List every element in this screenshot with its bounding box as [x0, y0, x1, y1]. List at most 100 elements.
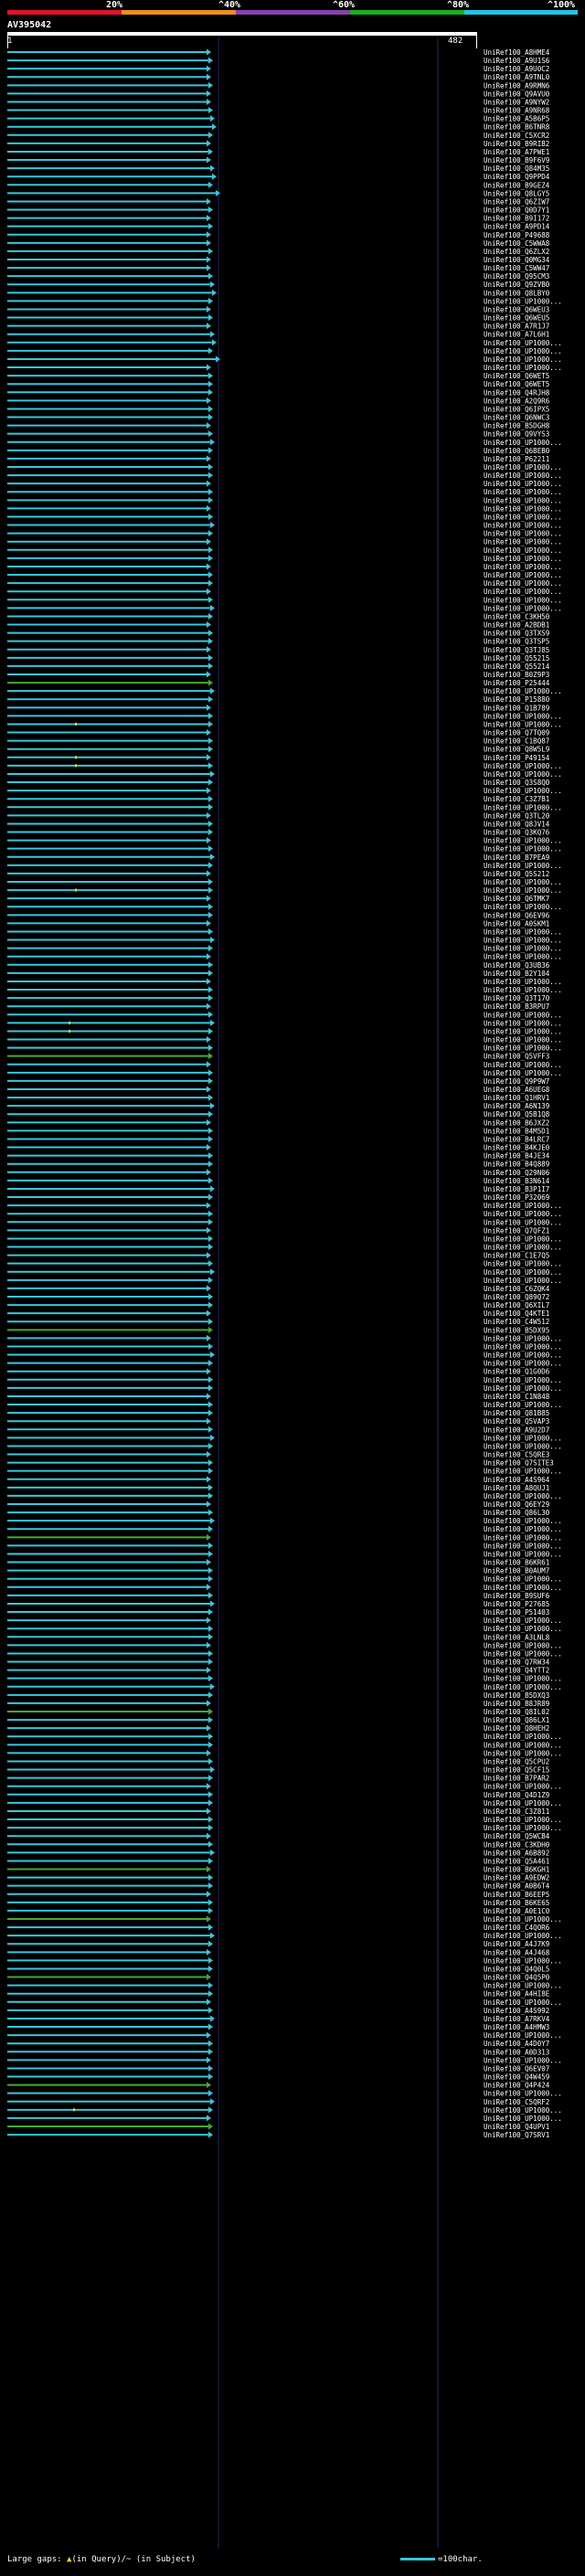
- hit-label[interactable]: UniRef100_C3KDH0: [484, 1840, 550, 1849]
- hit-label[interactable]: UniRef100_UP1000...: [484, 571, 562, 579]
- hit-label[interactable]: UniRef100_UP1000...: [484, 978, 562, 986]
- hit-label[interactable]: UniRef100_Q3TSP5: [484, 638, 549, 646]
- hit-label[interactable]: UniRef100_B5DXQ3: [484, 1691, 549, 1700]
- hit-label[interactable]: UniRef100_UP1000...: [484, 1683, 562, 1691]
- hit-label[interactable]: UniRef100_Q6BEB0: [484, 447, 550, 455]
- hit-label[interactable]: UniRef100_A9EDW2: [484, 1874, 549, 1882]
- hit-label[interactable]: UniRef100_UP1000...: [484, 480, 562, 488]
- hit-label[interactable]: UniRef100_B3P1I7: [484, 1185, 549, 1193]
- hit-label[interactable]: UniRef100_Q7SITE3: [484, 1459, 554, 1468]
- hit-label[interactable]: UniRef100_UP1000...: [484, 1649, 562, 1658]
- hit-label[interactable]: UniRef100_UP1000...: [484, 1352, 562, 1360]
- hit-label[interactable]: UniRef100_A9NR68: [484, 107, 550, 115]
- hit-label[interactable]: UniRef100_P25444: [484, 679, 550, 687]
- hit-label[interactable]: UniRef100_A9U1S6: [484, 57, 550, 65]
- hit-label[interactable]: UniRef100_Q86LX1: [484, 1716, 549, 1724]
- hit-label[interactable]: UniRef100_A2Q9R6: [484, 397, 550, 405]
- hit-label[interactable]: UniRef100_Q6WET5: [484, 372, 549, 380]
- hit-label[interactable]: UniRef100_B2Y104: [484, 970, 550, 978]
- hit-label[interactable]: UniRef100_C5QRF2: [484, 2098, 549, 2106]
- hit-label[interactable]: UniRef100_A0E1C0: [484, 1907, 550, 1915]
- hit-label[interactable]: UniRef100_C5WW47: [484, 264, 549, 272]
- hit-label[interactable]: UniRef100_Q9P9W7: [484, 1077, 549, 1086]
- hit-label[interactable]: UniRef100_A9U2D7: [484, 1426, 549, 1434]
- hit-label[interactable]: UniRef100_P15880: [484, 695, 550, 704]
- hit-label[interactable]: UniRef100_B4KJE0: [484, 1144, 550, 1152]
- hit-label[interactable]: UniRef100_UP1000...: [484, 953, 562, 961]
- hit-label[interactable]: UniRef100_Q8LGY5: [484, 189, 549, 197]
- hit-label[interactable]: UniRef100_C1N848: [484, 1393, 550, 1401]
- hit-label[interactable]: UniRef100_Q8W5L9: [484, 746, 549, 754]
- hit-label[interactable]: UniRef100_UP1000...: [484, 1468, 562, 1476]
- hit-label[interactable]: UniRef100_UP1000...: [484, 1749, 562, 1757]
- hit-label[interactable]: UniRef100_C5QRE3: [484, 1451, 549, 1459]
- hit-label[interactable]: UniRef100_A7PWE1: [484, 148, 549, 156]
- hit-label[interactable]: UniRef100_UP1000...: [484, 2115, 562, 2123]
- hit-label[interactable]: UniRef100_UP1000...: [484, 1799, 562, 1807]
- hit-label[interactable]: UniRef100_Q5VAP3: [484, 1417, 549, 1426]
- hit-label[interactable]: UniRef100_C5XCR2: [484, 132, 549, 140]
- hit-label[interactable]: UniRef100_P32069: [484, 1193, 549, 1202]
- hit-label[interactable]: UniRef100_UP1000...: [484, 297, 562, 305]
- hit-label[interactable]: UniRef100_Q5CPU2: [484, 1757, 549, 1765]
- hit-label[interactable]: UniRef100_UP1000...: [484, 1061, 562, 1069]
- hit-label[interactable]: UniRef100_Q3S8Q0: [484, 779, 550, 787]
- hit-label[interactable]: UniRef100_UP1000...: [484, 1492, 562, 1500]
- hit-label[interactable]: UniRef100_B3N614: [484, 1177, 550, 1185]
- hit-label[interactable]: UniRef100_Q55214: [484, 663, 550, 671]
- hit-label[interactable]: UniRef100_UP1000...: [484, 555, 562, 563]
- hit-label[interactable]: UniRef100_Q5CF15: [484, 1766, 549, 1775]
- hit-label[interactable]: UniRef100_UP1000...: [484, 1360, 562, 1368]
- hit-label[interactable]: UniRef100_A9RMN6: [484, 81, 550, 90]
- hit-label[interactable]: UniRef100_A4D0Y7: [484, 2040, 549, 2048]
- hit-label[interactable]: UniRef100_A9TNL0: [484, 73, 550, 81]
- hit-label[interactable]: UniRef100_Q1G0D6: [484, 1368, 550, 1376]
- hit-label[interactable]: UniRef100_UP1000...: [484, 1741, 562, 1749]
- hit-label[interactable]: UniRef100_UP1000...: [484, 1434, 562, 1442]
- hit-label[interactable]: UniRef100_C1BQ87: [484, 737, 549, 746]
- hit-label[interactable]: UniRef100_B3RPU7: [484, 1002, 549, 1011]
- hit-label[interactable]: UniRef100_A6UEG8: [484, 1086, 550, 1094]
- hit-label[interactable]: UniRef100_Q6EV96: [484, 911, 550, 919]
- hit-label[interactable]: UniRef100_UP1000...: [484, 1675, 562, 1683]
- hit-label[interactable]: UniRef100_UP1000...: [484, 837, 562, 845]
- hit-label[interactable]: UniRef100_UP1000...: [484, 513, 562, 521]
- hit-label[interactable]: UniRef100_B4M5D1: [484, 1127, 549, 1135]
- hit-label[interactable]: UniRef100_UP1000...: [484, 604, 562, 612]
- hit-label[interactable]: UniRef100_Q86L30: [484, 1509, 550, 1517]
- hit-label[interactable]: UniRef100_UP1000...: [484, 1342, 562, 1351]
- hit-label[interactable]: UniRef100_A7L6H1: [484, 331, 549, 339]
- hit-label[interactable]: UniRef100_P51403: [484, 1608, 549, 1617]
- hit-label[interactable]: UniRef100_UP1000...: [484, 1575, 562, 1584]
- hit-label[interactable]: UniRef100_UP1000...: [484, 347, 562, 355]
- hit-label[interactable]: UniRef100_A4HI8E: [484, 1990, 550, 1998]
- hit-label[interactable]: UniRef100_Q0MG34: [484, 256, 550, 264]
- hit-label[interactable]: UniRef100_Q89Q72: [484, 1293, 549, 1301]
- hit-label[interactable]: UniRef100_C3KH50: [484, 612, 550, 620]
- hit-label[interactable]: UniRef100_UP1000...: [484, 803, 562, 811]
- hit-label[interactable]: UniRef100_C3Z811: [484, 1807, 549, 1816]
- hit-label[interactable]: UniRef100_UP1000...: [484, 1982, 562, 1990]
- hit-label[interactable]: UniRef100_B4LRC7: [484, 1135, 549, 1143]
- hit-label[interactable]: UniRef100_P49154: [484, 754, 550, 762]
- hit-label[interactable]: UniRef100_Q8LBY0: [484, 289, 550, 297]
- hit-label[interactable]: UniRef100_Q7QFZ1: [484, 1226, 549, 1235]
- hit-label[interactable]: UniRef100_UP1000...: [484, 1235, 562, 1243]
- hit-label[interactable]: UniRef100_Q5S212: [484, 870, 549, 878]
- hit-label[interactable]: UniRef100_P62211: [484, 455, 549, 463]
- hit-label[interactable]: UniRef100_UP1000...: [484, 355, 562, 364]
- hit-label[interactable]: UniRef100_A5B6P5: [484, 115, 549, 123]
- hit-label[interactable]: UniRef100_A4HMW3: [484, 2023, 549, 2031]
- hit-label[interactable]: UniRef100_UP1000...: [484, 339, 562, 347]
- hit-label[interactable]: UniRef100_Q84M35: [484, 164, 549, 173]
- hit-label[interactable]: UniRef100_Q1B789: [484, 704, 549, 712]
- hit-label[interactable]: UniRef100_Q6ZIW7: [484, 197, 549, 206]
- hit-label[interactable]: UniRef100_Q81B85: [484, 1409, 549, 1417]
- hit-label[interactable]: UniRef100_A8HME4: [484, 48, 550, 57]
- hit-label[interactable]: UniRef100_B4Q889: [484, 1161, 549, 1169]
- hit-label[interactable]: UniRef100_Q6TMK7: [484, 895, 549, 903]
- hit-label[interactable]: UniRef100_UP1000...: [484, 538, 562, 546]
- hit-label[interactable]: UniRef100_UP1000...: [484, 1027, 562, 1035]
- hit-label[interactable]: UniRef100_UP1000...: [484, 546, 562, 555]
- hit-label[interactable]: UniRef100_C3Z7B1: [484, 795, 549, 803]
